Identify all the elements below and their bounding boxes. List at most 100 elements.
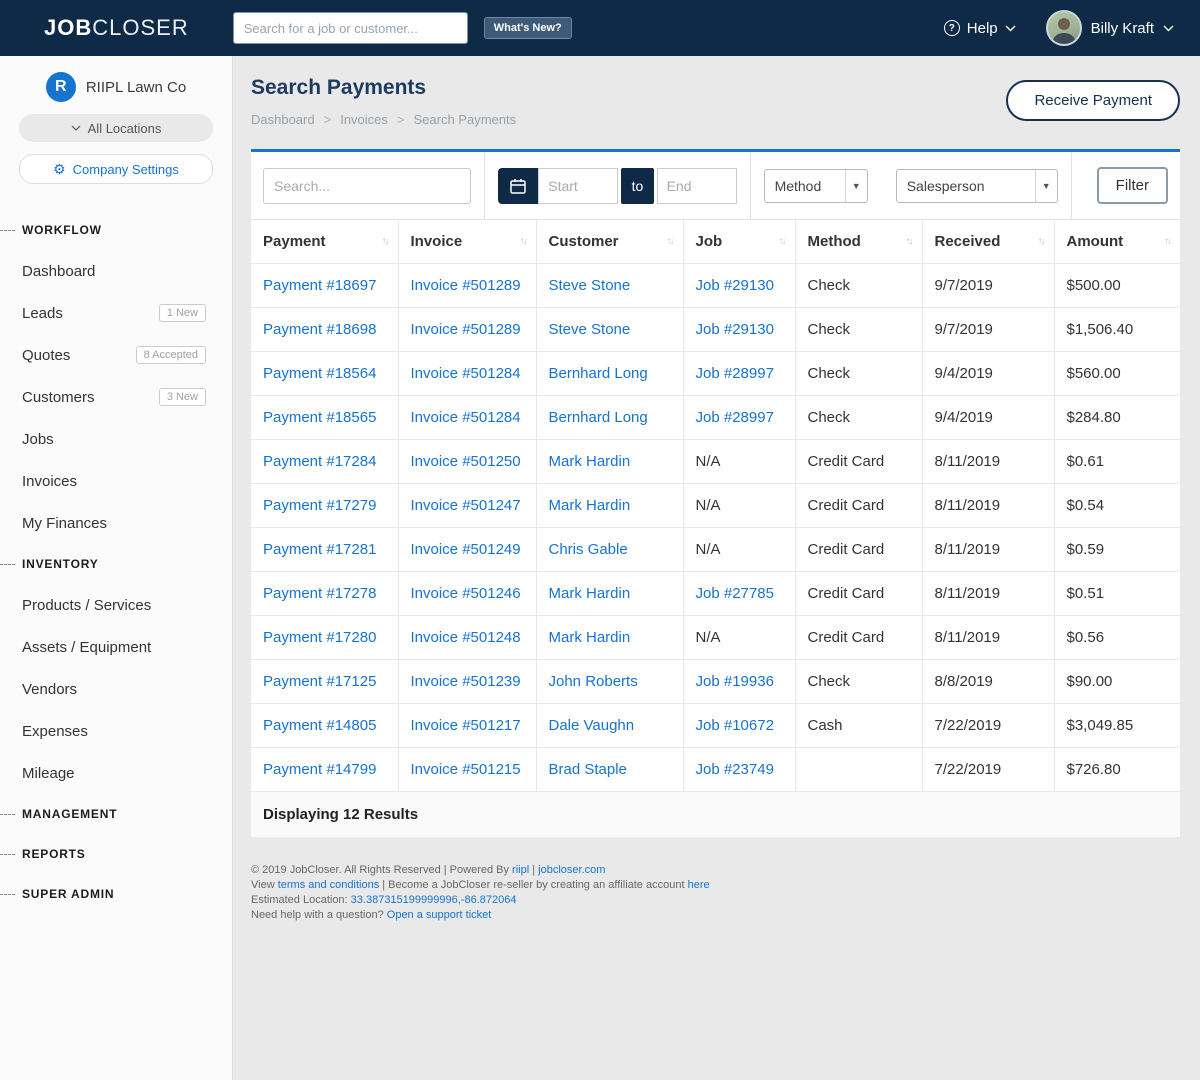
sidebar-item-assets-equipment[interactable]: Assets / Equipment — [0, 626, 232, 668]
breadcrumb-item-invoices[interactable]: Invoices — [340, 112, 388, 127]
job-link[interactable]: Job #10672 — [696, 717, 774, 734]
invoice-link[interactable]: Invoice #501289 — [411, 321, 521, 338]
customer-link[interactable]: John Roberts — [549, 673, 638, 690]
sidebar-section-super-admin[interactable]: SUPER ADMIN — [0, 874, 232, 914]
location-link[interactable]: 33.387315199999996,-86.872064 — [351, 894, 517, 906]
payment-link[interactable]: Payment #18565 — [263, 409, 376, 426]
payment-link[interactable]: Payment #17284 — [263, 453, 376, 470]
payment-link[interactable]: Payment #17278 — [263, 585, 376, 602]
breadcrumb-item-dashboard[interactable]: Dashboard — [251, 112, 315, 127]
customer-link[interactable]: Mark Hardin — [549, 629, 631, 646]
payment-link[interactable]: Payment #17279 — [263, 497, 376, 514]
sort-icon[interactable]: ↑↓ — [906, 236, 912, 247]
sidebar-item-quotes[interactable]: Quotes8 Accepted — [0, 334, 232, 376]
sidebar-item-dashboard[interactable]: Dashboard — [0, 250, 232, 292]
locations-dropdown[interactable]: All Locations — [19, 114, 213, 142]
sort-icon[interactable]: ↑↓ — [779, 236, 785, 247]
salesperson-select[interactable]: Salesperson ▼ — [896, 169, 1058, 203]
affiliate-link[interactable]: here — [688, 879, 710, 891]
customer-link[interactable]: Steve Stone — [549, 277, 631, 294]
company-settings-button[interactable]: ⚙ Company Settings — [19, 154, 213, 184]
customer-link[interactable]: Chris Gable — [549, 541, 628, 558]
invoice-link[interactable]: Invoice #501247 — [411, 497, 521, 514]
customer-link[interactable]: Mark Hardin — [549, 585, 631, 602]
help-menu[interactable]: ? Help — [944, 20, 1016, 37]
sidebar-section-inventory[interactable]: INVENTORY — [0, 544, 232, 584]
filter-button[interactable]: Filter — [1097, 167, 1168, 204]
calendar-button[interactable] — [498, 168, 538, 204]
sidebar-section-management[interactable]: MANAGEMENT — [0, 794, 232, 834]
cell-invoice: Invoice #501284 — [398, 352, 536, 396]
customer-link[interactable]: Mark Hardin — [549, 453, 631, 470]
sort-icon[interactable]: ↑↓ — [1038, 236, 1044, 247]
job-link[interactable]: Job #28997 — [696, 365, 774, 382]
payment-link[interactable]: Payment #17280 — [263, 629, 376, 646]
invoice-link[interactable]: Invoice #501289 — [411, 277, 521, 294]
job-link[interactable]: Job #29130 — [696, 321, 774, 338]
whats-new-button[interactable]: What's New? — [484, 17, 572, 39]
receive-payment-button[interactable]: Receive Payment — [1006, 80, 1180, 121]
customer-link[interactable]: Mark Hardin — [549, 497, 631, 514]
customer-link[interactable]: Bernhard Long — [549, 365, 648, 382]
sort-icon[interactable]: ↑↓ — [667, 236, 673, 247]
invoice-link[interactable]: Invoice #501215 — [411, 761, 521, 778]
column-header-invoice[interactable]: Invoice↑↓ — [398, 220, 536, 264]
invoice-link[interactable]: Invoice #501250 — [411, 453, 521, 470]
sidebar-item-products-services[interactable]: Products / Services — [0, 584, 232, 626]
invoice-link[interactable]: Invoice #501217 — [411, 717, 521, 734]
sidebar-item-expenses[interactable]: Expenses — [0, 710, 232, 752]
start-date-input[interactable] — [538, 168, 618, 204]
invoice-link[interactable]: Invoice #501284 — [411, 409, 521, 426]
payment-link[interactable]: Payment #18698 — [263, 321, 376, 338]
column-header-customer[interactable]: Customer↑↓ — [536, 220, 683, 264]
sidebar-item-vendors[interactable]: Vendors — [0, 668, 232, 710]
customer-link[interactable]: Brad Staple — [549, 761, 627, 778]
sort-icon[interactable]: ↑↓ — [1164, 236, 1170, 247]
riipl-link[interactable]: riipl — [512, 864, 529, 876]
invoice-link[interactable]: Invoice #501284 — [411, 365, 521, 382]
jobcloser-link[interactable]: jobcloser.com — [538, 864, 605, 876]
payment-link[interactable]: Payment #17125 — [263, 673, 376, 690]
user-menu[interactable]: Billy Kraft — [1046, 10, 1174, 46]
cell-received: 8/8/2019 — [922, 660, 1054, 704]
sidebar-section-workflow[interactable]: WORKFLOW — [0, 210, 232, 250]
customer-link[interactable]: Bernhard Long — [549, 409, 648, 426]
sidebar-section-reports[interactable]: REPORTS — [0, 834, 232, 874]
sidebar-item-invoices[interactable]: Invoices — [0, 460, 232, 502]
column-header-payment[interactable]: Payment↑↓ — [251, 220, 398, 264]
column-header-received[interactable]: Received↑↓ — [922, 220, 1054, 264]
job-link[interactable]: Job #28997 — [696, 409, 774, 426]
payment-link[interactable]: Payment #18564 — [263, 365, 376, 382]
column-header-amount[interactable]: Amount↑↓ — [1054, 220, 1180, 264]
payment-link[interactable]: Payment #14805 — [263, 717, 376, 734]
invoice-link[interactable]: Invoice #501246 — [411, 585, 521, 602]
sidebar-item-jobs[interactable]: Jobs — [0, 418, 232, 460]
job-link[interactable]: Job #29130 — [696, 277, 774, 294]
customer-link[interactable]: Dale Vaughn — [549, 717, 635, 734]
sidebar-item-leads[interactable]: Leads1 New — [0, 292, 232, 334]
payment-link[interactable]: Payment #14799 — [263, 761, 376, 778]
column-header-job[interactable]: Job↑↓ — [683, 220, 795, 264]
job-link[interactable]: Job #27785 — [696, 585, 774, 602]
method-select[interactable]: Method ▼ — [764, 169, 868, 203]
global-search-input[interactable] — [233, 12, 468, 44]
column-header-method[interactable]: Method↑↓ — [795, 220, 922, 264]
job-link[interactable]: Job #19936 — [696, 673, 774, 690]
invoice-link[interactable]: Invoice #501248 — [411, 629, 521, 646]
sort-icon[interactable]: ↑↓ — [520, 236, 526, 247]
invoice-link[interactable]: Invoice #501249 — [411, 541, 521, 558]
job-link[interactable]: Job #23749 — [696, 761, 774, 778]
support-ticket-link[interactable]: Open a support ticket — [387, 909, 492, 921]
sidebar-item-my-finances[interactable]: My Finances — [0, 502, 232, 544]
end-date-input[interactable] — [657, 168, 737, 204]
sidebar-item-customers[interactable]: Customers3 New — [0, 376, 232, 418]
invoice-link[interactable]: Invoice #501239 — [411, 673, 521, 690]
payments-search-input[interactable] — [263, 168, 471, 204]
sort-icon[interactable]: ↑↓ — [382, 236, 388, 247]
payment-link[interactable]: Payment #17281 — [263, 541, 376, 558]
sidebar-item-mileage[interactable]: Mileage — [0, 752, 232, 794]
payment-link[interactable]: Payment #18697 — [263, 277, 376, 294]
app-logo[interactable]: JOBCLOSER — [44, 15, 189, 41]
customer-link[interactable]: Steve Stone — [549, 321, 631, 338]
terms-link[interactable]: terms and conditions — [278, 879, 380, 891]
